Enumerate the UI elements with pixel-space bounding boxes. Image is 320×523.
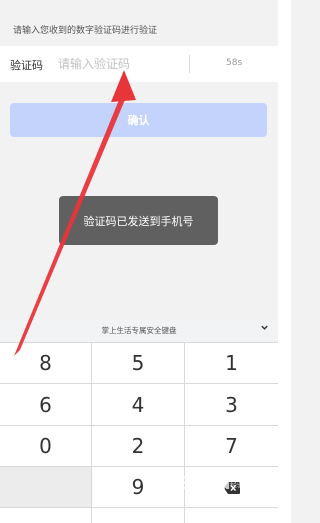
annotation-arrow <box>14 70 136 356</box>
watermark-logo: Baidu <box>178 474 231 494</box>
watermark-sub: 经验 <box>230 481 244 489</box>
